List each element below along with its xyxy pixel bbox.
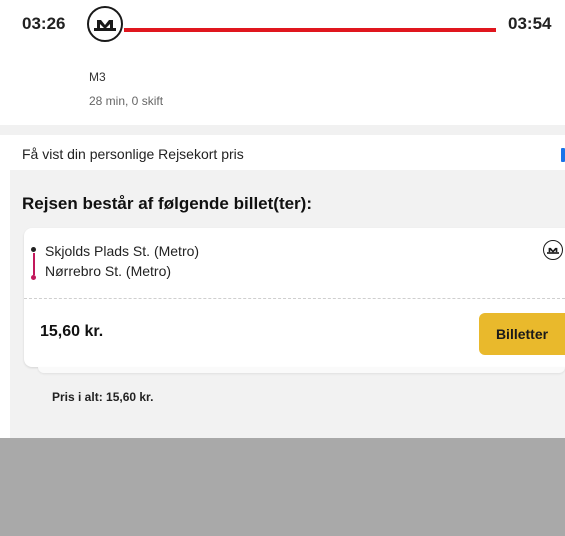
trip-summary[interactable]: 03:26 03:54 M3 28 min, 0 skift: [0, 0, 565, 125]
origin-stop: Skjolds Plads St. (Metro): [45, 243, 200, 259]
total-price: Pris i alt: 15,60 kr.: [52, 390, 154, 404]
route-connector: [33, 253, 35, 275]
tickets-panel: Rejsen består af følgende billet(ter): S…: [10, 170, 565, 438]
route-graphic-icon: [30, 246, 38, 290]
metro-icon: [87, 6, 123, 42]
overlay-backdrop: [0, 438, 565, 536]
personal-price-label: Få vist din personlige Rejsekort pris: [22, 146, 244, 162]
destination-dot-icon: [31, 275, 36, 280]
arrival-time: 03:54: [508, 14, 552, 33]
departure-time: 03:26: [22, 14, 66, 33]
metro-icon: [543, 240, 563, 260]
dashed-divider: [24, 298, 565, 299]
ticket-route[interactable]: Skjolds Plads St. (Metro) Nørrebro St. (…: [24, 228, 565, 298]
destination-stop: Nørrebro St. (Metro): [45, 263, 172, 279]
line-name: M3: [89, 70, 106, 84]
origin-dot-icon: [31, 247, 36, 252]
ticket-price: 15,60 kr.: [40, 323, 104, 340]
route-line-bar: [124, 28, 496, 32]
personal-price-toggle[interactable]: [561, 148, 565, 162]
personal-price-row[interactable]: Få vist din personlige Rejsekort pris: [10, 135, 565, 170]
ticket-card: Skjolds Plads St. (Metro) Nørrebro St. (…: [24, 228, 565, 367]
card-stack-edge: [38, 367, 565, 373]
buy-tickets-button[interactable]: Billetter: [479, 313, 565, 355]
section-divider: [0, 125, 565, 135]
tickets-title: Rejsen består af følgende billet(ter):: [22, 194, 312, 213]
trip-duration: 28 min, 0 skift: [89, 94, 164, 108]
